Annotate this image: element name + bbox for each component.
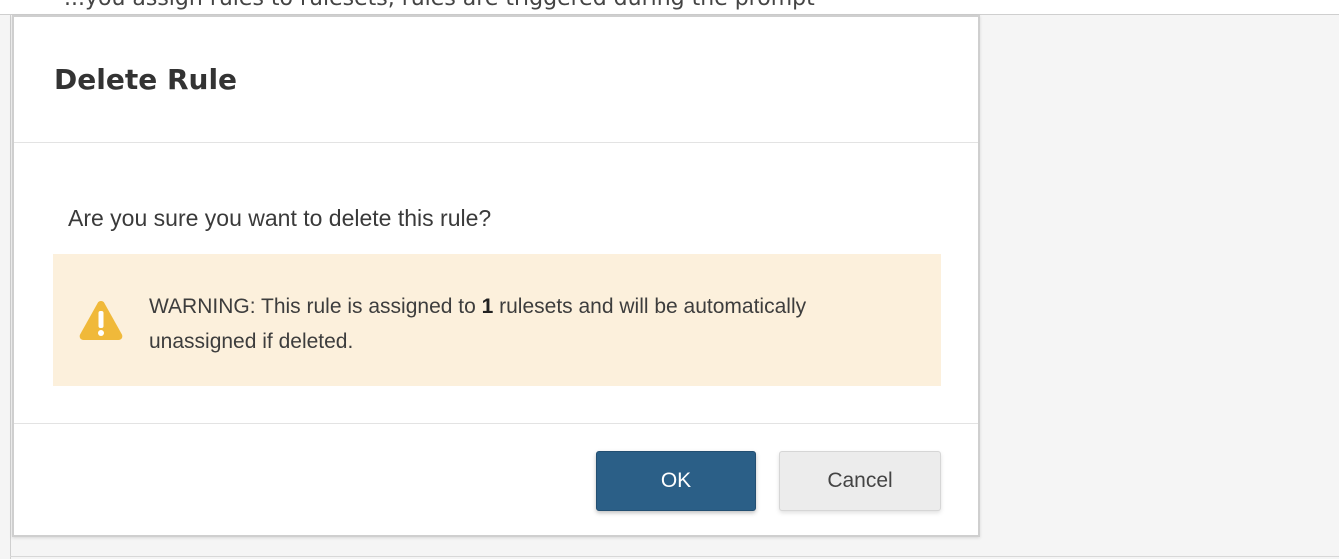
warning-triangle-icon bbox=[77, 297, 125, 345]
confirmation-question: Are you sure you want to delete this rul… bbox=[68, 205, 492, 231]
dialog-header: Delete Rule bbox=[14, 17, 978, 143]
delete-rule-dialog: Delete Rule Are you sure you want to del… bbox=[12, 15, 980, 537]
background-divider-bottom bbox=[10, 556, 1339, 557]
warning-message-prefix: WARNING: This rule is assigned to bbox=[149, 295, 482, 318]
warning-alert: WARNING: This rule is assigned to 1 rule… bbox=[53, 254, 941, 386]
ruleset-count: 1 bbox=[481, 295, 494, 318]
dialog-footer: OK Cancel bbox=[14, 424, 978, 535]
ok-button[interactable]: OK bbox=[596, 451, 756, 511]
dialog-title: Delete Rule bbox=[54, 63, 238, 96]
warning-message: WARNING: This rule is assigned to 1 rule… bbox=[149, 289, 869, 359]
page: ...you assign rules to rulesets, rules a… bbox=[0, 0, 1339, 559]
dialog-body: Are you sure you want to delete this rul… bbox=[14, 143, 978, 424]
background-panel-header: ...you assign rules to rulesets, rules a… bbox=[0, 0, 1339, 15]
background-text: ...you assign rules to rulesets, rules a… bbox=[64, 0, 815, 11]
background-divider bbox=[10, 14, 11, 559]
cancel-button[interactable]: Cancel bbox=[779, 451, 941, 511]
